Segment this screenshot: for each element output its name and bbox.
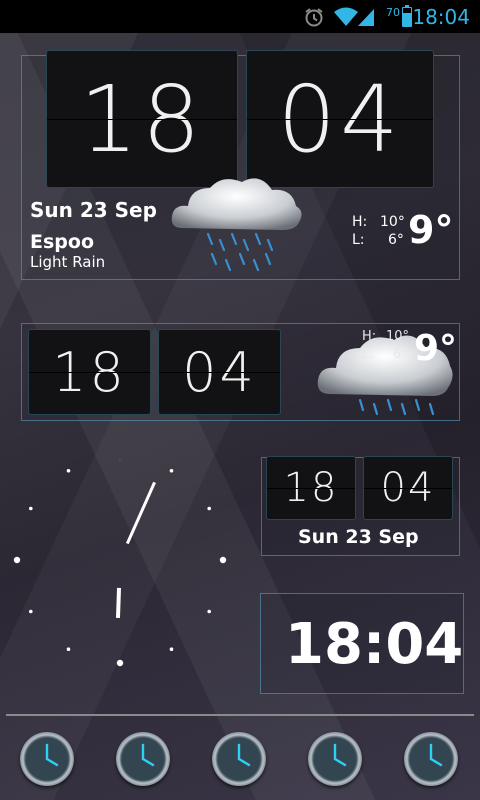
- clock-tick: [169, 468, 174, 473]
- analog-clock-face: [13, 453, 227, 667]
- clock-tick: [13, 556, 21, 564]
- battery-level: 70: [386, 6, 400, 19]
- clock-app-icon[interactable]: [212, 732, 266, 786]
- current-temperature: 9°: [414, 328, 458, 369]
- dock-divider: [6, 714, 474, 716]
- high-label: H:: [362, 329, 377, 344]
- clock-face-icon: [141, 743, 155, 767]
- clock-tick: [28, 506, 33, 511]
- flip-minutes-large: 04: [246, 50, 434, 188]
- date-label: Sun 23 Sep: [30, 198, 157, 222]
- high-label: H:: [352, 214, 368, 230]
- cloud-rain-icon: [168, 170, 308, 282]
- clock-tick: [207, 609, 212, 614]
- flip-hours-small: 18: [266, 456, 356, 520]
- clock-tick: [116, 659, 124, 667]
- battery-icon: [402, 5, 412, 27]
- clock-face-icon: [333, 743, 347, 767]
- low-value: 6°: [393, 347, 408, 362]
- flip-minutes-small: 04: [363, 456, 453, 520]
- clock-app-icon[interactable]: [116, 732, 170, 786]
- clock-face-icon: [429, 743, 443, 767]
- flip-minutes-medium: 04: [158, 329, 281, 415]
- clock-app-icon[interactable]: [404, 732, 458, 786]
- high-value: 10°: [386, 329, 410, 344]
- low-label: L:: [352, 232, 365, 248]
- date-label: Sun 23 Sep: [298, 526, 419, 548]
- location-label: Espoo: [30, 231, 94, 253]
- clock-tick: [66, 647, 71, 652]
- condition-label: Light Rain: [30, 253, 106, 271]
- clock-app-icon[interactable]: [20, 732, 74, 786]
- flip-hours-medium: 18: [28, 329, 151, 415]
- signal-icon: [356, 0, 376, 33]
- clock-tick: [169, 647, 174, 652]
- status-bar: 70 18:04: [0, 0, 480, 33]
- clock-tick: [28, 609, 33, 614]
- clock-app-icon[interactable]: [308, 732, 362, 786]
- flip-hours-large: 18: [46, 50, 238, 188]
- clock-tick: [66, 468, 71, 473]
- status-time: 18:04: [412, 4, 470, 29]
- minute-hand: [125, 481, 156, 545]
- analog-clock-widget[interactable]: [0, 453, 240, 690]
- low-label: L:: [362, 347, 374, 362]
- clock-face-icon: [237, 743, 251, 767]
- low-value: 6°: [388, 232, 404, 248]
- hour-hand: [115, 587, 122, 619]
- clock-face-icon: [45, 743, 59, 767]
- clock-tick: [219, 556, 227, 564]
- alarm-icon: [303, 0, 325, 33]
- current-temperature: 9°: [408, 208, 454, 252]
- high-value: 10°: [380, 214, 405, 230]
- clock-tick: [207, 506, 212, 511]
- digital-time: 18:04: [285, 612, 464, 677]
